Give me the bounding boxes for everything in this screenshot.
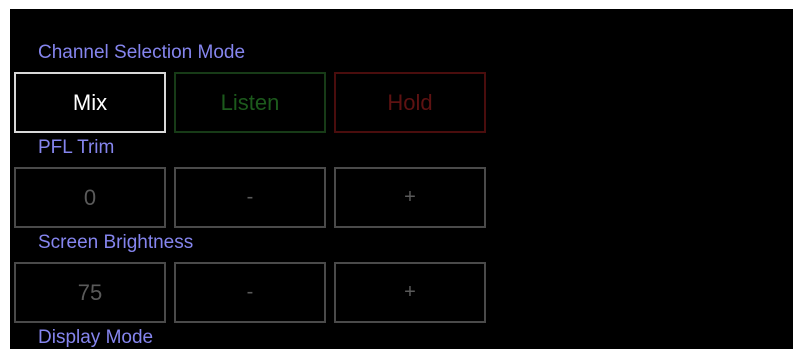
screen-brightness-increment-button[interactable]: + xyxy=(334,262,486,323)
settings-screen: Channel Selection Mode Mix Listen Hold P… xyxy=(10,9,793,349)
screen-brightness-decrement-button[interactable]: - xyxy=(174,262,326,323)
listen-button[interactable]: Listen xyxy=(174,72,326,133)
pfl-trim-increment-button[interactable]: + xyxy=(334,167,486,228)
mix-button[interactable]: Mix xyxy=(14,72,166,133)
pfl-trim-label: PFL Trim xyxy=(38,137,115,158)
display-mode-label: Display Mode xyxy=(38,327,154,348)
screen-brightness-value: 75 xyxy=(14,262,166,323)
screen-brightness-label: Screen Brightness xyxy=(38,232,194,253)
pfl-trim-value: 0 xyxy=(14,167,166,228)
pfl-trim-decrement-button[interactable]: - xyxy=(174,167,326,228)
channel-selection-mode-label: Channel Selection Mode xyxy=(38,42,246,63)
hold-button[interactable]: Hold xyxy=(334,72,486,133)
